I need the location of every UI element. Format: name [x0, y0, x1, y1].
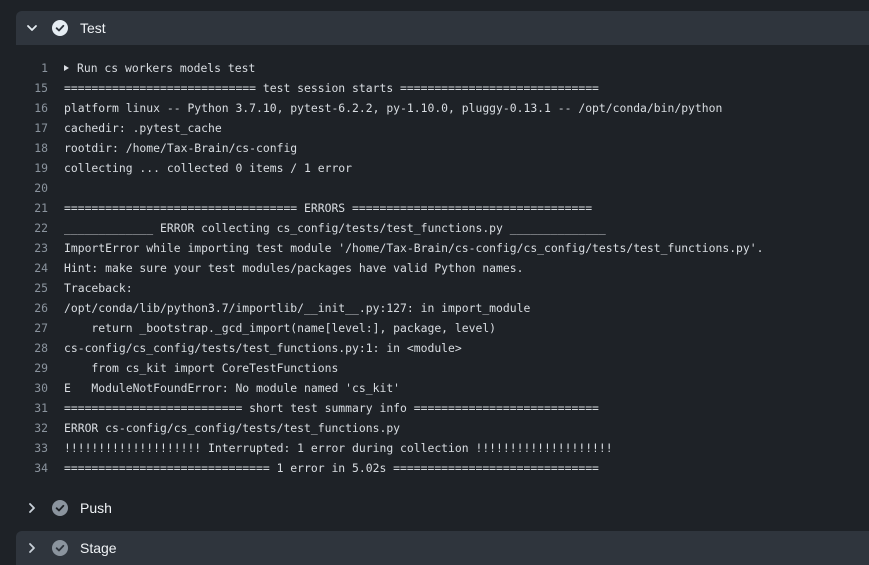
- log-line: 33!!!!!!!!!!!!!!!!!!!! Interrupted: 1 er…: [0, 438, 869, 458]
- step-title: Test: [80, 20, 106, 36]
- log-line: 27 return _bootstrap._gcd_import(name[le…: [0, 318, 869, 338]
- line-number[interactable]: 21: [0, 198, 64, 218]
- step-header-test[interactable]: Test: [16, 11, 869, 45]
- caret-right-icon[interactable]: [64, 65, 69, 71]
- line-number[interactable]: 23: [0, 238, 64, 258]
- chevron-right-icon[interactable]: [16, 502, 48, 514]
- log-line-text: ERROR cs-config/cs_config/tests/test_fun…: [64, 421, 401, 435]
- line-number[interactable]: 24: [0, 258, 64, 278]
- log-line-text: ================================== ERROR…: [64, 201, 593, 215]
- line-number[interactable]: 33: [0, 438, 64, 458]
- log-line: 19 collecting ... collected 0 items / 1 e…: [0, 158, 869, 178]
- chevron-down-icon[interactable]: [16, 22, 48, 34]
- line-number[interactable]: 25: [0, 278, 64, 298]
- log-line: 16 platform linux -- Python 3.7.10, pytes…: [0, 98, 869, 118]
- log-group-line[interactable]: 1 Run cs workers models test: [0, 58, 869, 78]
- line-number[interactable]: 18: [0, 138, 64, 158]
- log-line-text: platform linux -- Python 3.7.10, pytest-…: [64, 101, 723, 115]
- log-line: 29 from cs_kit import CoreTestFunctions: [0, 358, 869, 378]
- log-line: 17 cachedir: .pytest_cache: [0, 118, 869, 138]
- log-line-text: [64, 178, 869, 198]
- log-line: 20: [0, 178, 869, 198]
- step-title: Push: [80, 500, 112, 516]
- chevron-right-icon[interactable]: [16, 542, 48, 554]
- log-line: 28 cs-config/cs_config/tests/test_functio…: [0, 338, 869, 358]
- log-line-text: cs-config/cs_config/tests/test_functions…: [64, 341, 462, 355]
- log-line-text: ============================== 1 error i…: [64, 461, 599, 475]
- log-line: 25 Traceback:: [0, 278, 869, 298]
- log-line: 21 ================================== ERR…: [0, 198, 869, 218]
- line-number[interactable]: 27: [0, 318, 64, 338]
- check-circle-icon: [52, 20, 68, 36]
- step-title: Stage: [80, 540, 117, 556]
- log-line-text: rootdir: /home/Tax-Brain/cs-config: [64, 141, 298, 155]
- log-line-text: E ModuleNotFoundError: No module named '…: [64, 381, 401, 395]
- log-line-text: /opt/conda/lib/python3.7/importlib/__ini…: [64, 301, 531, 315]
- log-line-text: Hint: make sure your test modules/packag…: [64, 261, 524, 275]
- line-number[interactable]: 17: [0, 118, 64, 138]
- line-number[interactable]: 1: [0, 58, 64, 78]
- line-number[interactable]: 34: [0, 458, 64, 478]
- log-line: 18 rootdir: /home/Tax-Brain/cs-config: [0, 138, 869, 158]
- check-circle-icon: [52, 540, 68, 556]
- log-line: 32 ERROR cs-config/cs_config/tests/test_f…: [0, 418, 869, 438]
- line-number[interactable]: 32: [0, 418, 64, 438]
- line-number[interactable]: 20: [0, 178, 64, 198]
- line-number[interactable]: 22: [0, 218, 64, 238]
- log-line: 26/opt/conda/lib/python3.7/importlib/__i…: [0, 298, 869, 318]
- log-line-text: return _bootstrap._gcd_import(name[level…: [64, 321, 497, 335]
- log-line-text: ========================== short test su…: [64, 401, 599, 415]
- check-circle-icon: [52, 500, 68, 516]
- line-number[interactable]: 30: [0, 378, 64, 398]
- log-line: 34 ============================== 1 error…: [0, 458, 869, 478]
- log-line: 31 ========================== short test …: [0, 398, 869, 418]
- line-number[interactable]: 26: [0, 298, 64, 318]
- log-line: 24 Hint: make sure your test modules/pack…: [0, 258, 869, 278]
- log-line-text: ============================ test sessio…: [64, 81, 599, 95]
- log-line-text: !!!!!!!!!!!!!!!!!!!! Interrupted: 1 erro…: [64, 441, 613, 455]
- log-line-text: from cs_kit import CoreTestFunctions: [64, 361, 339, 375]
- log-line-text: Traceback:: [64, 281, 133, 295]
- line-number[interactable]: 16: [0, 98, 64, 118]
- log-line-text: ImportError while importing test module …: [64, 241, 764, 255]
- line-number[interactable]: 15: [0, 78, 64, 98]
- log-output: 1 Run cs workers models test 15 =========…: [0, 58, 869, 478]
- log-line-text: collecting ... collected 0 items / 1 err…: [64, 161, 353, 175]
- line-number[interactable]: 29: [0, 358, 64, 378]
- line-number[interactable]: 31: [0, 398, 64, 418]
- log-line-text: _____________ ERROR collecting cs_config…: [64, 221, 606, 235]
- step-header-push[interactable]: Push: [16, 491, 869, 525]
- step-header-stage[interactable]: Stage: [16, 531, 869, 565]
- log-line: 15 ============================ test sess…: [0, 78, 869, 98]
- log-line: 22 _____________ ERROR collecting cs_conf…: [0, 218, 869, 238]
- line-number[interactable]: 19: [0, 158, 64, 178]
- line-number[interactable]: 28: [0, 338, 64, 358]
- log-line: 23 ImportError while importing test modul…: [0, 238, 869, 258]
- log-line: 30 E ModuleNotFoundError: No module named…: [0, 378, 869, 398]
- log-line-text: cachedir: .pytest_cache: [64, 121, 222, 135]
- log-group-title: Run cs workers models test: [77, 61, 256, 75]
